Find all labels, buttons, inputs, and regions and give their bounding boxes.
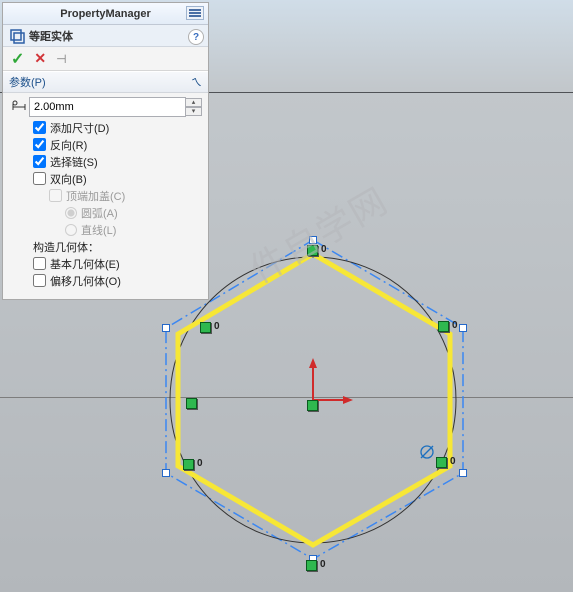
relation-marker[interactable] <box>436 457 447 468</box>
select-chain-checkbox[interactable]: 选择链(S) <box>9 153 202 170</box>
ok-button[interactable]: ✓ <box>11 49 24 69</box>
vertex-handle[interactable] <box>309 236 317 244</box>
lines-input <box>65 224 77 236</box>
relation-label: 0 <box>450 456 456 467</box>
relation-marker[interactable] <box>306 560 317 571</box>
bidirectional-input[interactable] <box>33 172 46 185</box>
vertex-handle[interactable] <box>459 324 467 332</box>
pm-title: PropertyManager <box>60 8 150 20</box>
cap-ends-input <box>49 189 62 202</box>
cap-ends-checkbox: 顶端加盖(C) <box>9 187 202 204</box>
relation-marker[interactable] <box>183 459 194 470</box>
relation-label: 0 <box>321 244 327 255</box>
pm-titlebar: PropertyManager <box>3 3 208 25</box>
select-chain-input[interactable] <box>33 155 46 168</box>
lines-label: 直线(L) <box>81 222 116 238</box>
distance-spinner[interactable]: ▴ ▾ <box>186 98 202 116</box>
add-dimensions-checkbox[interactable]: 添加尺寸(D) <box>9 119 202 136</box>
pm-help-button[interactable]: ? <box>188 29 204 45</box>
construction-geometry-label: 构造几何体： <box>9 238 202 255</box>
offset-geometry-label: 偏移几何体(O) <box>50 273 121 289</box>
relation-marker[interactable] <box>186 398 197 409</box>
relation-label: 0 <box>214 321 220 332</box>
relation-label: 0 <box>452 320 458 331</box>
distance-row: 2.00mm ▴ ▾ <box>9 97 202 117</box>
section-title-params: 参数(P) <box>9 74 46 90</box>
relation-label: 0 <box>197 458 203 469</box>
arcs-label: 圆弧(A) <box>81 205 118 221</box>
offset-entities-icon <box>9 28 25 44</box>
dimension-marker-icon <box>421 446 433 458</box>
relation-label: 0 <box>320 559 326 570</box>
property-manager-panel: PropertyManager 等距实体 ? ✓ ✕ ⊣ 参数(P) ㄟ 2.0… <box>2 2 209 300</box>
pin-button[interactable]: ⊣ <box>56 52 66 66</box>
flyout-icon <box>189 9 201 17</box>
relation-marker-center[interactable] <box>307 400 318 411</box>
cancel-button[interactable]: ✕ <box>34 50 46 67</box>
collapse-icon: ㄟ <box>191 74 202 90</box>
pm-action-bar: ✓ ✕ ⊣ <box>3 47 208 71</box>
pm-feature-name: 等距实体 <box>29 28 73 44</box>
watermark-text: 件自学网 <box>239 158 421 293</box>
vertex-handle[interactable] <box>162 469 170 477</box>
distance-icon <box>11 99 27 115</box>
lines-radio: 直线(L) <box>9 221 202 238</box>
vertex-handle[interactable] <box>459 469 467 477</box>
add-dimensions-label: 添加尺寸(D) <box>50 120 109 136</box>
reverse-input[interactable] <box>33 138 46 151</box>
base-geometry-input[interactable] <box>33 257 46 270</box>
bidirectional-label: 双向(B) <box>50 171 87 187</box>
base-geometry-label: 基本几何体(E) <box>50 256 120 272</box>
base-geometry-checkbox[interactable]: 基本几何体(E) <box>9 255 202 272</box>
pm-params-body: 2.00mm ▴ ▾ 添加尺寸(D) 反向(R) 选择链(S) 双向(B) 顶端… <box>3 93 208 299</box>
add-dimensions-input[interactable] <box>33 121 46 134</box>
offset-geometry-checkbox[interactable]: 偏移几何体(O) <box>9 272 202 289</box>
cap-ends-label: 顶端加盖(C) <box>66 188 125 204</box>
arcs-radio: 圆弧(A) <box>9 204 202 221</box>
pm-flyout-button[interactable] <box>186 6 204 20</box>
offset-distance-input[interactable]: 2.00mm <box>29 97 186 117</box>
spin-down-icon[interactable]: ▾ <box>186 107 202 116</box>
sketch-centerline-horizontal <box>0 397 573 398</box>
offset-distance-value: 2.00mm <box>34 101 74 113</box>
origin-y-arrow <box>309 358 317 368</box>
vertex-handle[interactable] <box>162 324 170 332</box>
dimension-marker-icon <box>421 446 433 458</box>
spin-up-icon[interactable]: ▴ <box>186 98 202 107</box>
reverse-checkbox[interactable]: 反向(R) <box>9 136 202 153</box>
pm-section-header-params[interactable]: 参数(P) ㄟ <box>3 71 208 93</box>
pm-feature-header: 等距实体 <box>3 25 208 47</box>
bidirectional-checkbox[interactable]: 双向(B) <box>9 170 202 187</box>
reverse-label: 反向(R) <box>50 137 87 153</box>
select-chain-label: 选择链(S) <box>50 154 98 170</box>
arcs-input <box>65 207 77 219</box>
offset-geometry-input[interactable] <box>33 274 46 287</box>
relation-marker[interactable] <box>438 321 449 332</box>
relation-marker[interactable] <box>307 245 318 256</box>
relation-marker[interactable] <box>200 322 211 333</box>
